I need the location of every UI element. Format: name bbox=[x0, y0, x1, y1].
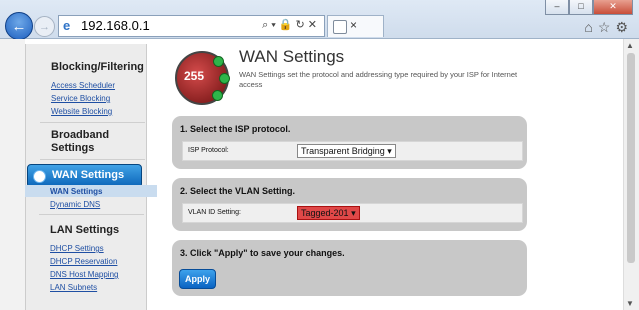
router-logo-icon: 255 bbox=[175, 51, 230, 105]
ie-icon: e bbox=[63, 18, 71, 33]
sidebar-heading-broadband[interactable]: Broadband Settings bbox=[51, 129, 131, 155]
browser-toolbar: ← → e 192.168.0.1 ⌕▾🔒↻✕ × – □ ✕ ⌂☆⚙ bbox=[0, 0, 639, 40]
sidebar-heading-lan[interactable]: LAN Settings bbox=[50, 224, 119, 236]
browser-tools: ⌂☆⚙ bbox=[584, 19, 633, 36]
address-tools-icon[interactable]: ⌕▾🔒↻✕ bbox=[262, 18, 320, 32]
minimize-button[interactable]: – bbox=[545, 0, 569, 15]
vlan-id-select[interactable]: Tagged-201 ▾ bbox=[297, 206, 360, 220]
active-indicator-icon bbox=[33, 170, 46, 183]
sidebar-link-dns-host-mapping[interactable]: DNS Host Mapping bbox=[50, 270, 118, 279]
scrollbar-thumb[interactable] bbox=[627, 53, 635, 263]
dropdown-arrow-icon: ▾ bbox=[387, 146, 392, 156]
maximize-button[interactable]: □ bbox=[569, 0, 593, 15]
settings-gear-icon[interactable]: ⚙ bbox=[615, 19, 633, 35]
page-description: WAN Settings set the protocol and addres… bbox=[239, 70, 518, 89]
tab-close-button[interactable]: × bbox=[350, 18, 357, 32]
sidebar-link-dynamic-dns[interactable]: Dynamic DNS bbox=[50, 200, 100, 209]
isp-protocol-select[interactable]: Transparent Bridging ▾ bbox=[297, 144, 396, 158]
vlan-setting-panel: 2. Select the VLAN Setting. VLAN ID Sett… bbox=[172, 178, 527, 231]
apply-button[interactable]: Apply bbox=[179, 269, 216, 289]
address-bar[interactable]: e 192.168.0.1 ⌕▾🔒↻✕ bbox=[58, 15, 325, 37]
sidebar-heading-blocking[interactable]: Blocking/Filtering bbox=[51, 61, 144, 73]
home-icon[interactable]: ⌂ bbox=[584, 19, 597, 35]
sidebar-link-wan-settings[interactable]: WAN Settings bbox=[50, 187, 102, 196]
favorites-icon[interactable]: ☆ bbox=[598, 19, 616, 35]
dropdown-arrow-icon: ▾ bbox=[351, 208, 356, 218]
tab-page-icon bbox=[333, 20, 347, 34]
sidebar-link-service-blocking[interactable]: Service Blocking bbox=[51, 94, 110, 103]
scroll-up-arrow-icon[interactable]: ▲ bbox=[626, 41, 634, 50]
isp-protocol-panel: 1. Select the ISP protocol. ISP Protocol… bbox=[172, 116, 527, 169]
scroll-down-arrow-icon[interactable]: ▼ bbox=[626, 299, 634, 308]
apply-section-heading: 3. Click "Apply" to save your changes. bbox=[180, 248, 345, 258]
browser-tab[interactable]: × bbox=[327, 15, 384, 37]
sidebar-link-dhcp-reservation[interactable]: DHCP Reservation bbox=[50, 257, 117, 266]
isp-protocol-row: ISP Protocol: Transparent Bridging ▾ bbox=[182, 141, 523, 161]
isp-section-heading: 1. Select the ISP protocol. bbox=[180, 124, 291, 134]
forward-button[interactable]: → bbox=[34, 16, 55, 37]
address-text: 192.168.0.1 bbox=[81, 18, 150, 33]
page-title: WAN Settings bbox=[239, 47, 345, 66]
sidebar-link-website-blocking[interactable]: Website Blocking bbox=[51, 107, 112, 116]
vlan-id-label: VLAN ID Setting: bbox=[188, 209, 241, 216]
vertical-scrollbar[interactable]: ▲ ▼ bbox=[623, 39, 639, 310]
sidebar-link-dhcp-settings[interactable]: DHCP Settings bbox=[50, 244, 104, 253]
back-button[interactable]: ← bbox=[5, 12, 33, 40]
sidebar-link-access-scheduler[interactable]: Access Scheduler bbox=[51, 81, 115, 90]
router-page: Blocking/Filtering Access Scheduler Serv… bbox=[0, 39, 639, 310]
apply-panel: 3. Click "Apply" to save your changes. A… bbox=[172, 240, 527, 296]
isp-protocol-label: ISP Protocol: bbox=[188, 147, 229, 154]
vlan-section-heading: 2. Select the VLAN Setting. bbox=[180, 186, 296, 196]
vlan-setting-row: VLAN ID Setting: Tagged-201 ▾ bbox=[182, 203, 523, 223]
sidebar-link-lan-subnets[interactable]: LAN Subnets bbox=[50, 283, 97, 292]
window-controls: – □ ✕ bbox=[545, 0, 633, 15]
close-button[interactable]: ✕ bbox=[593, 0, 633, 15]
